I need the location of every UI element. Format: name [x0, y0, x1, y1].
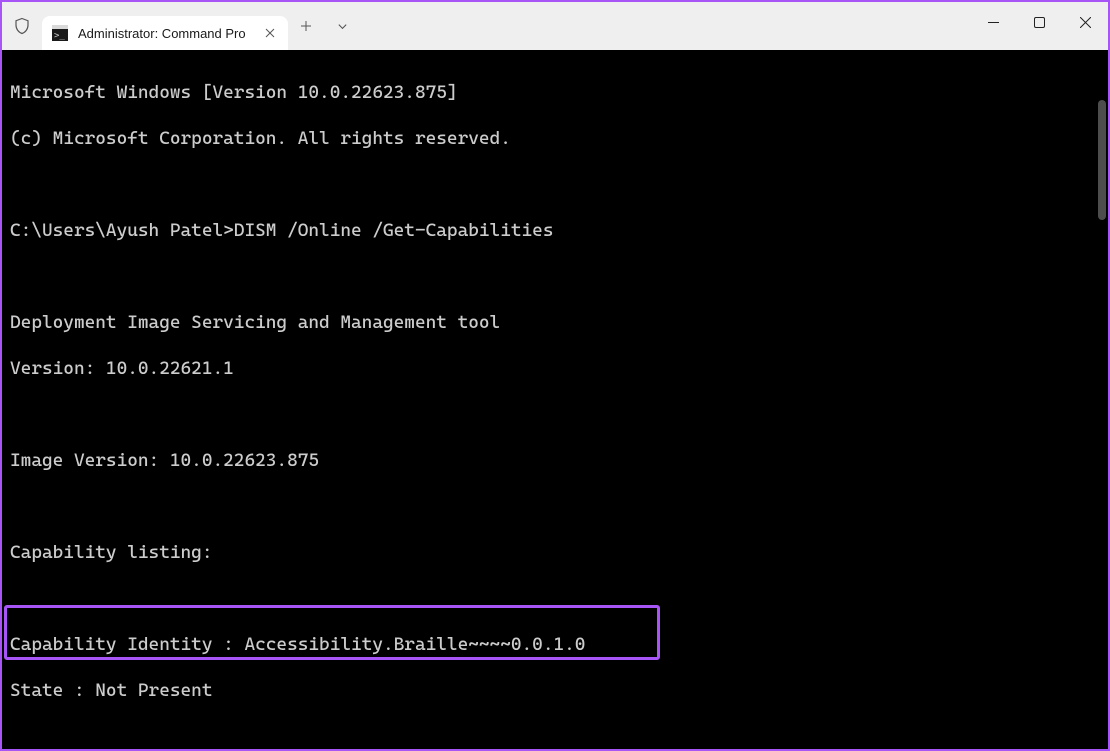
- titlebar: >_ Administrator: Command Pro: [2, 2, 1108, 50]
- tab-title: Administrator: Command Pro: [78, 26, 262, 41]
- tool-header: Deployment Image Servicing and Managemen…: [10, 311, 1100, 334]
- svg-text:>_: >_: [54, 31, 65, 41]
- tool-header: Version: 10.0.22621.1: [10, 357, 1100, 380]
- image-version: Image Version: 10.0.22623.875: [10, 449, 1100, 472]
- blank-line: [10, 173, 1100, 196]
- window-controls: [970, 2, 1108, 42]
- capability-state: State : Not Present: [10, 679, 1100, 702]
- tab-close-button[interactable]: [262, 25, 278, 41]
- listing-header: Capability listing:: [10, 541, 1100, 564]
- maximize-button[interactable]: [1016, 2, 1062, 42]
- banner-line: Microsoft Windows [Version 10.0.22623.87…: [10, 81, 1100, 104]
- blank-line: [10, 587, 1100, 610]
- capability-identity: Capability Identity : Accessibility.Brai…: [10, 633, 1100, 656]
- close-window-button[interactable]: [1062, 2, 1108, 42]
- scrollbar-thumb[interactable]: [1098, 100, 1106, 220]
- shield-icon: [2, 2, 42, 50]
- tab-dropdown-button[interactable]: [324, 2, 360, 50]
- terminal-output[interactable]: Microsoft Windows [Version 10.0.22623.87…: [2, 50, 1108, 749]
- tab-command-prompt[interactable]: >_ Administrator: Command Pro: [42, 16, 288, 50]
- minimize-button[interactable]: [970, 2, 1016, 42]
- blank-line: [10, 403, 1100, 426]
- blank-line: [10, 495, 1100, 518]
- prompt-line: C:\Users\Ayush Patel>DISM /Online /Get-C…: [10, 219, 1100, 242]
- blank-line: [10, 725, 1100, 748]
- cmd-icon: >_: [52, 25, 68, 41]
- banner-line: (c) Microsoft Corporation. All rights re…: [10, 127, 1100, 150]
- blank-line: [10, 265, 1100, 288]
- new-tab-button[interactable]: [288, 2, 324, 50]
